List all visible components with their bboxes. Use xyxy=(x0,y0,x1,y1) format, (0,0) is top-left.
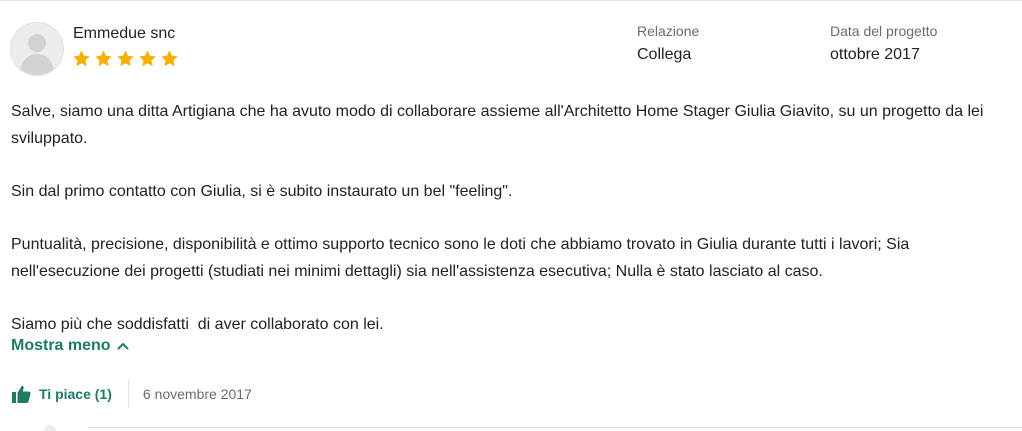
reviewer-name[interactable]: Emmedue snc xyxy=(73,25,175,43)
avatar[interactable] xyxy=(10,22,64,76)
star-icon xyxy=(139,50,156,67)
review-paragraph: Puntualità, precisione, disponibilità e … xyxy=(11,236,910,280)
review-paragraph: Siamo più che soddisfatti di aver collab… xyxy=(11,316,384,333)
project-date-info: Data del progetto ottobre 2017 xyxy=(830,23,937,64)
action-divider xyxy=(127,380,129,408)
review-paragraph: Sin dal primo contatto con Giulia, si è … xyxy=(11,183,513,200)
show-less-label: Mostra meno xyxy=(11,337,111,354)
review-body: Salve, siamo una ditta Artigiana che ha … xyxy=(11,98,1016,338)
show-less-link[interactable]: Mostra meno xyxy=(11,337,129,355)
star-icon xyxy=(117,50,134,67)
review-actions: Ti piace (1) 6 novembre 2017 xyxy=(12,380,252,408)
review-separator xyxy=(88,427,1022,428)
project-date-value: ottobre 2017 xyxy=(830,46,920,63)
star-rating xyxy=(72,49,179,68)
review-paragraph: Salve, siamo una ditta Artigiana che ha … xyxy=(11,103,984,147)
relation-value: Collega xyxy=(637,46,692,63)
posted-date: 6 novembre 2017 xyxy=(142,386,252,402)
star-icon xyxy=(161,50,178,67)
relation-info: Relazione Collega xyxy=(637,23,699,64)
project-date-label: Data del progetto xyxy=(830,23,938,39)
review-card: Emmedue snc Relazione Collega Data del p… xyxy=(0,0,1022,430)
default-user-avatar-icon xyxy=(11,23,63,75)
chevron-up-icon xyxy=(117,342,129,350)
relation-label: Relazione xyxy=(637,23,700,39)
star-icon xyxy=(73,50,90,67)
next-review-avatar xyxy=(44,425,56,431)
star-icon xyxy=(95,50,112,67)
thumbs-up-icon xyxy=(12,385,31,403)
like-label: Ti piace (1) xyxy=(39,386,112,402)
like-button[interactable]: Ti piace (1) xyxy=(12,385,112,403)
